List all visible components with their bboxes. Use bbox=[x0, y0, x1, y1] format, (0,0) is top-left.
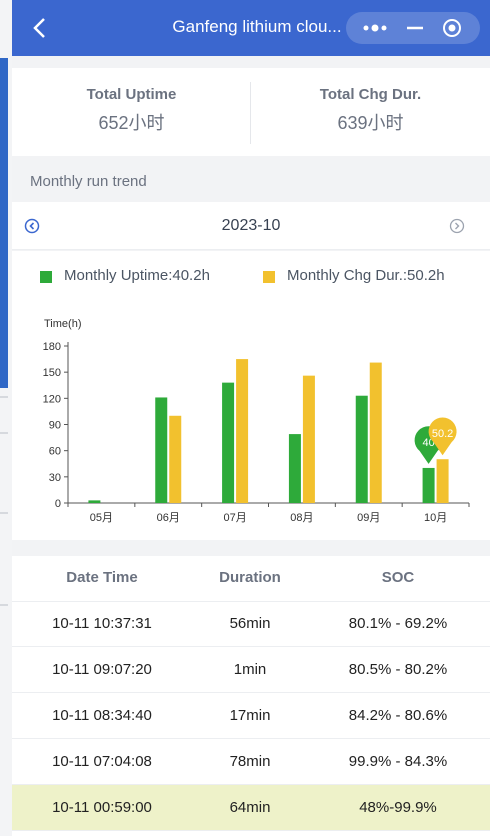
row-soc: 80.5% - 80.2% bbox=[348, 661, 448, 678]
row-duration: 56min bbox=[229, 615, 271, 632]
y-tick-label: 30 bbox=[49, 472, 61, 484]
y-tick-label: 90 bbox=[49, 420, 61, 432]
uptime-legend-swatch bbox=[40, 271, 52, 283]
x-tick-label: 07月 bbox=[223, 512, 246, 524]
row-date-time: 10-11 09:07:20 bbox=[52, 661, 152, 678]
total-uptime-stat: Total Uptime 652小时 bbox=[12, 86, 251, 135]
charge-legend-swatch bbox=[263, 271, 275, 283]
nav-header: Ganfeng lithium clou... bbox=[12, 0, 490, 56]
charge-bar bbox=[302, 375, 315, 503]
uptime-bar bbox=[422, 467, 435, 503]
row-soc: 48%-99.9% bbox=[359, 799, 437, 816]
x-tick-label: 05月 bbox=[90, 512, 113, 524]
back-icon[interactable] bbox=[26, 14, 54, 42]
total-charge-stat: Total Chg Dur. 639小时 bbox=[251, 86, 490, 135]
row-soc: 84.2% - 80.6% bbox=[348, 707, 448, 724]
section-title: Monthly run trend bbox=[30, 173, 147, 190]
row-soc: 80.1% - 69.2% bbox=[348, 615, 448, 632]
monthly-chart: Time(h) 0 30 60 90 120 150 180 05月 06月 07月 08月 09月 10… bbox=[12, 303, 490, 540]
header-date-time: Date Time bbox=[66, 569, 138, 586]
totals-panel: Total Uptime 652小时 Total Chg Dur. 639小时 bbox=[12, 68, 490, 156]
row-duration: 1min bbox=[233, 661, 267, 678]
row-date-time: 10-11 10:37:31 bbox=[52, 615, 152, 632]
x-tick-label: 10月 bbox=[424, 512, 447, 524]
next-month-icon[interactable] bbox=[449, 218, 465, 234]
total-uptime-value: 652小时 bbox=[98, 113, 165, 133]
charge-marker-label: 50.2 bbox=[432, 428, 453, 440]
x-tick-label: 09月 bbox=[357, 512, 380, 524]
y-tick-label: 0 bbox=[55, 498, 61, 510]
uptime-bar bbox=[355, 395, 368, 503]
chart-legend: Monthly Uptime:40.2h Monthly Chg Dur.:50… bbox=[12, 251, 490, 303]
charge-legend-label[interactable]: Monthly Chg Dur.:50.2h bbox=[287, 267, 445, 284]
table-row[interactable]: 10-11 07:04:08 78min 99.9% - 84.3% bbox=[12, 739, 490, 785]
row-date-time: 10-11 00:59:00 bbox=[52, 799, 152, 816]
table-row[interactable]: 10-11 10:37:31 56min 80.1% - 69.2% bbox=[12, 601, 490, 647]
month-label: 2023-10 bbox=[221, 217, 281, 234]
records-table: Date Time Duration SOC 10-11 10:37:31 56… bbox=[12, 556, 490, 836]
close-icon[interactable] bbox=[442, 18, 462, 38]
uptime-bar bbox=[88, 500, 101, 503]
mini-program-window: Ganfeng lithium clou... Total Uptime 652… bbox=[12, 0, 490, 836]
y-tick-label: 180 bbox=[43, 341, 61, 353]
charge-bar bbox=[236, 359, 249, 503]
month-navigator: 2023-10 bbox=[12, 202, 490, 250]
table-row[interactable]: 10-11 08:34:40 17min 84.2% - 80.6% bbox=[12, 693, 490, 739]
charge-bar bbox=[369, 362, 382, 503]
table-header: Date Time Duration SOC bbox=[12, 556, 490, 602]
row-soc: 99.9% - 84.3% bbox=[348, 753, 448, 770]
chart-canvas: Time(h) 0 30 60 90 120 150 180 05月 06月 07月 08月 09月 10… bbox=[43, 318, 470, 524]
desktop-divider bbox=[0, 604, 8, 606]
x-tick-label: 08月 bbox=[290, 512, 313, 524]
desktop-window-edge bbox=[0, 58, 8, 388]
row-duration: 64min bbox=[229, 799, 271, 816]
minimize-icon[interactable] bbox=[404, 20, 426, 36]
more-icon[interactable] bbox=[360, 20, 390, 36]
y-tick-label: 150 bbox=[43, 367, 61, 379]
x-tick-label: 06月 bbox=[157, 512, 180, 524]
total-uptime-label: Total Uptime bbox=[86, 86, 177, 103]
total-charge-value: 639小时 bbox=[337, 113, 404, 133]
y-tick-label: 120 bbox=[43, 393, 61, 405]
header-soc: SOC bbox=[381, 569, 415, 586]
uptime-legend-label[interactable]: Monthly Uptime:40.2h bbox=[64, 267, 210, 284]
window-capsule bbox=[346, 12, 480, 44]
uptime-bar bbox=[222, 382, 235, 503]
desktop-divider bbox=[0, 512, 8, 514]
y-tick-label: 60 bbox=[49, 446, 61, 458]
uptime-bar bbox=[155, 397, 168, 503]
row-duration: 17min bbox=[229, 707, 271, 724]
header-duration: Duration bbox=[219, 569, 281, 586]
total-charge-label: Total Chg Dur. bbox=[319, 86, 422, 103]
charge-bar bbox=[169, 415, 182, 503]
row-duration: 78min bbox=[229, 753, 271, 770]
table-row-selected[interactable]: 10-11 00:59:00 64min 48%-99.9% bbox=[12, 785, 490, 831]
table-row[interactable]: 10-11 09:07:20 1min 80.5% - 80.2% bbox=[12, 647, 490, 693]
charge-bar bbox=[436, 459, 449, 503]
uptime-bar bbox=[288, 434, 301, 503]
row-date-time: 10-11 08:34:40 bbox=[52, 707, 152, 724]
desktop-divider bbox=[0, 396, 8, 398]
row-date-time: 10-11 07:04:08 bbox=[52, 753, 152, 770]
page-title: Ganfeng lithium clou... bbox=[172, 17, 342, 36]
desktop-divider bbox=[0, 432, 8, 434]
desktop-background bbox=[0, 0, 12, 836]
y-axis-title: Time(h) bbox=[44, 318, 81, 330]
